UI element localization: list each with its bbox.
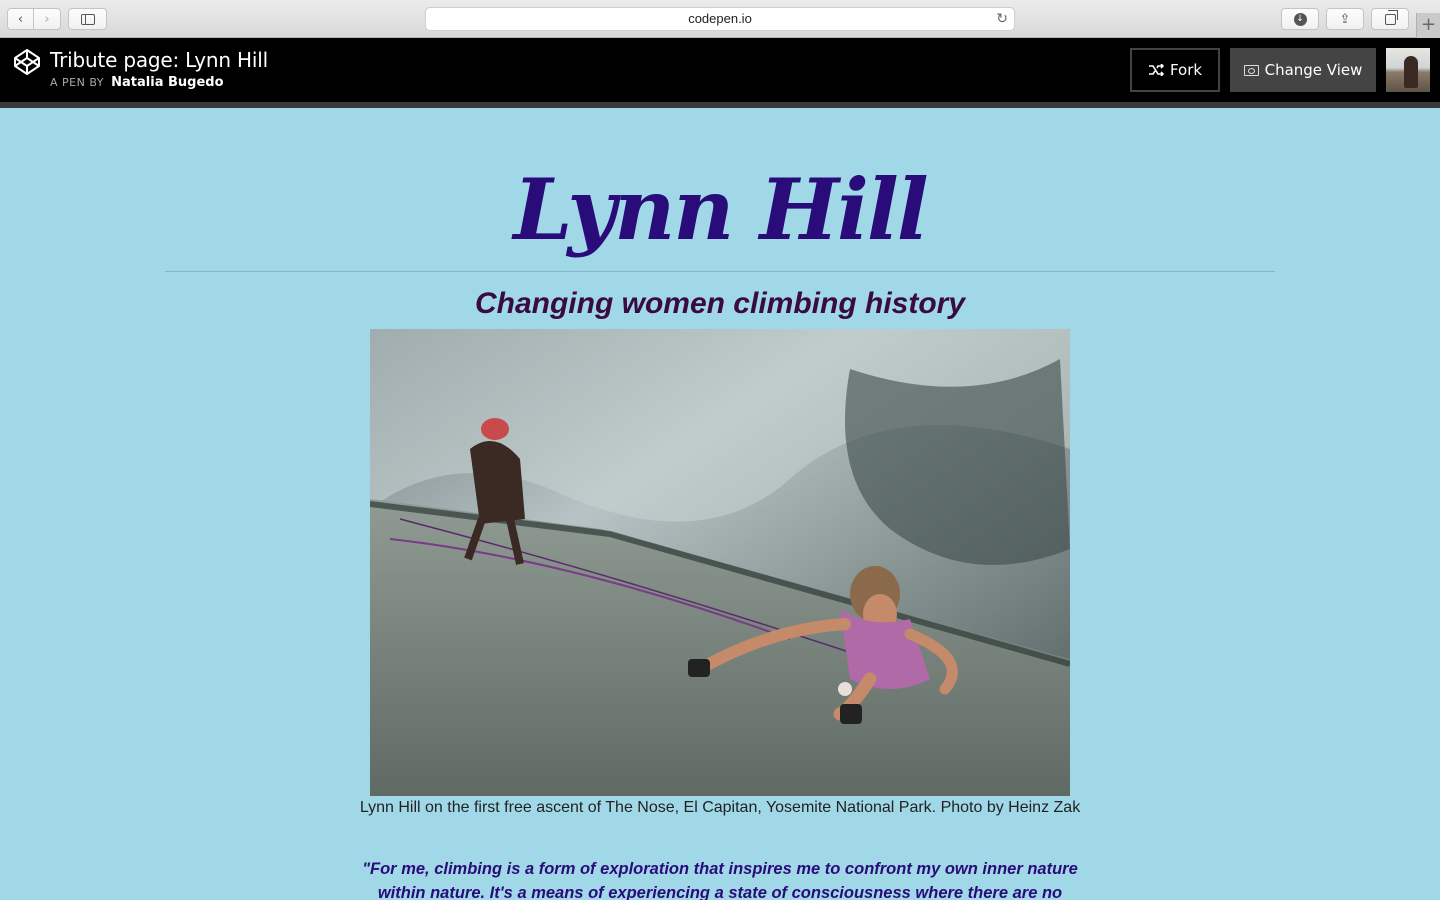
download-icon: ↓ <box>1293 12 1307 26</box>
browser-toolbar: ‹ › codepen.io ↻ ↓ ⇪ + <box>0 0 1440 38</box>
forward-button[interactable]: › <box>34 8 61 30</box>
header-divider <box>0 102 1440 108</box>
codepen-header: Tribute page: Lynn Hill A PEN BY Natalia… <box>0 38 1440 102</box>
climbing-photo-illustration <box>370 329 1070 796</box>
share-button[interactable]: ⇪ <box>1326 8 1364 30</box>
pen-byline: A PEN BY Natalia Bugedo <box>50 75 224 90</box>
change-view-button[interactable]: Change View <box>1230 48 1376 92</box>
share-icon: ⇪ <box>1339 11 1351 27</box>
author-link[interactable]: Natalia Bugedo <box>111 75 223 90</box>
codepen-logo-icon[interactable] <box>13 48 41 76</box>
tabs-icon <box>1384 9 1398 25</box>
fork-button[interactable]: Fork <box>1130 48 1220 92</box>
subtitle-post: history <box>856 287 966 320</box>
hero-photo <box>370 329 1070 796</box>
user-avatar[interactable] <box>1386 48 1430 92</box>
subtitle-bold: women climbing <box>621 287 857 320</box>
chevron-left-icon: ‹ <box>17 11 24 27</box>
photo-caption: Lynn Hill on the first free ascent of Th… <box>359 799 1081 816</box>
page-title: Lynn Hill <box>513 160 928 259</box>
address-bar[interactable]: codepen.io ↻ <box>425 7 1015 31</box>
change-view-label: Change View <box>1264 61 1363 79</box>
tab-overview-button[interactable] <box>1371 8 1409 30</box>
downloads-button[interactable]: ↓ <box>1281 8 1319 30</box>
pen-by-label: A PEN BY <box>50 76 104 89</box>
subtitle-pre: Changing <box>474 287 622 320</box>
sidebar-toggle-button[interactable] <box>68 8 107 30</box>
history-nav: ‹ › <box>7 8 61 30</box>
avatar-figure <box>1404 56 1418 88</box>
page-subtitle: Changing women climbing history <box>0 287 1440 321</box>
sidebar-icon <box>80 13 95 25</box>
pen-title: Tribute page: Lynn Hill <box>50 48 268 72</box>
back-button[interactable]: ‹ <box>7 8 34 30</box>
view-icon <box>1243 64 1259 76</box>
tribute-quote: "For me, climbing is a form of explorati… <box>362 860 1078 900</box>
reload-icon[interactable]: ↻ <box>996 8 1008 30</box>
fork-icon <box>1148 64 1164 76</box>
chevron-right-icon: › <box>44 11 50 27</box>
new-tab-button[interactable]: + <box>1416 13 1440 38</box>
fork-label: Fork <box>1169 61 1203 79</box>
url-text: codepen.io <box>688 11 752 26</box>
title-divider <box>165 271 1275 272</box>
